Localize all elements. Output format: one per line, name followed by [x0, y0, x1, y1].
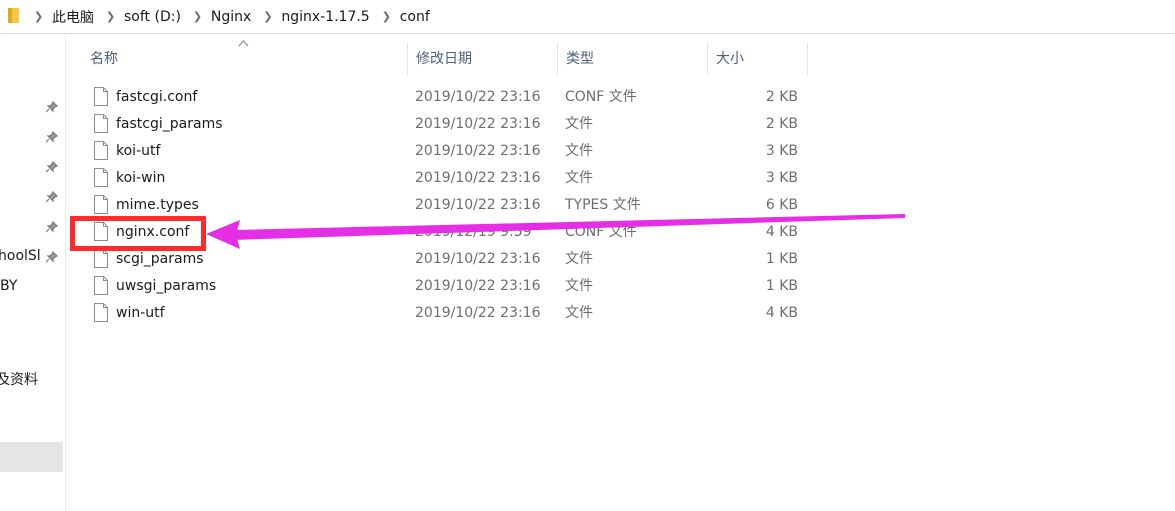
file-date: 2019/10/22 23:16 — [415, 278, 541, 294]
chevron-right-icon[interactable]: ❯ — [34, 11, 43, 22]
nav-item-selected[interactable] — [0, 442, 63, 472]
file-icon — [94, 303, 108, 322]
breadcrumb-conf[interactable]: conf — [400, 9, 430, 25]
file-type: CONF 文件 — [565, 224, 637, 240]
file-type: 文件 — [565, 116, 593, 132]
nav-item-label[interactable]: 及资料 — [0, 369, 38, 389]
column-header-name[interactable]: 名称 — [82, 43, 407, 75]
file-row[interactable]: fastcgi_params 2019/10/22 23:16 文件 2 KB — [86, 111, 806, 138]
file-date: 2019/12/19 9:59 — [415, 224, 532, 240]
chevron-right-icon[interactable]: ❯ — [193, 11, 202, 22]
file-row[interactable]: koi-win 2019/10/22 23:16 文件 3 KB — [86, 165, 806, 192]
breadcrumb: ❯ 此电脑 ❯ soft (D:) ❯ Nginx ❯ nginx-1.17.5… — [30, 0, 430, 34]
nav-item-label[interactable]: BY — [0, 278, 17, 294]
file-date: 2019/10/22 23:16 — [415, 143, 541, 159]
file-icon — [94, 141, 108, 160]
chevron-right-icon[interactable]: ❯ — [263, 11, 272, 22]
chevron-right-icon[interactable]: ❯ — [106, 11, 115, 22]
file-type: 文件 — [565, 251, 593, 267]
file-row[interactable]: win-utf 2019/10/22 23:16 文件 4 KB — [86, 300, 806, 327]
pin-icon[interactable] — [46, 221, 58, 233]
file-icon — [94, 87, 108, 106]
file-type: TYPES 文件 — [565, 197, 641, 213]
file-size: 3 KB — [765, 143, 798, 159]
chevron-right-icon[interactable]: ❯ — [382, 11, 391, 22]
highlight-box — [70, 216, 206, 251]
pin-icon[interactable] — [46, 251, 58, 263]
file-type: 文件 — [565, 305, 593, 321]
pin-icon[interactable] — [46, 131, 58, 143]
file-type: 文件 — [565, 170, 593, 186]
file-name: win-utf — [116, 305, 165, 321]
file-size: 4 KB — [765, 224, 798, 240]
file-icon — [94, 249, 108, 268]
file-name: mime.types — [116, 197, 199, 213]
file-type: 文件 — [565, 143, 593, 159]
navigation-pane[interactable]: hoolSl BY 及资料 — [0, 35, 66, 511]
column-header-type[interactable]: 类型 — [558, 43, 707, 75]
file-name: fastcgi_params — [116, 116, 223, 132]
file-icon — [94, 195, 108, 214]
file-row[interactable]: fastcgi.conf 2019/10/22 23:16 CONF 文件 2 … — [86, 84, 806, 111]
pin-icon[interactable] — [46, 191, 58, 203]
file-size: 6 KB — [765, 197, 798, 213]
file-size: 1 KB — [765, 251, 798, 267]
pin-icon[interactable] — [46, 101, 58, 113]
file-name: fastcgi.conf — [116, 89, 198, 105]
file-row[interactable]: mime.types 2019/10/22 23:16 TYPES 文件 6 K… — [86, 192, 806, 219]
file-size: 3 KB — [765, 170, 798, 186]
column-divider[interactable] — [807, 43, 808, 75]
file-name: uwsgi_params — [116, 278, 217, 294]
file-name: koi-win — [116, 170, 166, 186]
file-size: 2 KB — [765, 116, 798, 132]
file-date: 2019/10/22 23:16 — [415, 170, 541, 186]
column-header-date[interactable]: 修改日期 — [408, 43, 557, 75]
file-row[interactable]: uwsgi_params 2019/10/22 23:16 文件 1 KB — [86, 273, 806, 300]
file-date: 2019/10/22 23:16 — [415, 89, 541, 105]
file-date: 2019/10/22 23:16 — [415, 305, 541, 321]
address-bar[interactable]: ❯ 此电脑 ❯ soft (D:) ❯ Nginx ❯ nginx-1.17.5… — [0, 0, 1175, 34]
file-size: 2 KB — [765, 89, 798, 105]
file-size: 4 KB — [765, 305, 798, 321]
file-icon — [94, 276, 108, 295]
file-date: 2019/10/22 23:16 — [415, 251, 541, 267]
file-type: CONF 文件 — [565, 89, 637, 105]
file-type: 文件 — [565, 278, 593, 294]
breadcrumb-drive[interactable]: soft (D:) — [124, 9, 181, 25]
file-icon — [94, 168, 108, 187]
file-size: 1 KB — [765, 278, 798, 294]
folder-icon — [8, 8, 19, 23]
pin-icon[interactable] — [46, 161, 58, 173]
file-row[interactable]: koi-utf 2019/10/22 23:16 文件 3 KB — [86, 138, 806, 165]
nav-item-label[interactable]: hoolSl — [0, 248, 41, 264]
file-date: 2019/10/22 23:16 — [415, 197, 541, 213]
column-header-size[interactable]: 大小 — [708, 43, 807, 75]
breadcrumb-nginx-version[interactable]: nginx-1.17.5 — [281, 9, 369, 25]
file-name: koi-utf — [116, 143, 161, 159]
breadcrumb-nginx[interactable]: Nginx — [211, 9, 251, 25]
file-date: 2019/10/22 23:16 — [415, 116, 541, 132]
breadcrumb-this-pc[interactable]: 此电脑 — [52, 7, 94, 27]
file-icon — [94, 114, 108, 133]
